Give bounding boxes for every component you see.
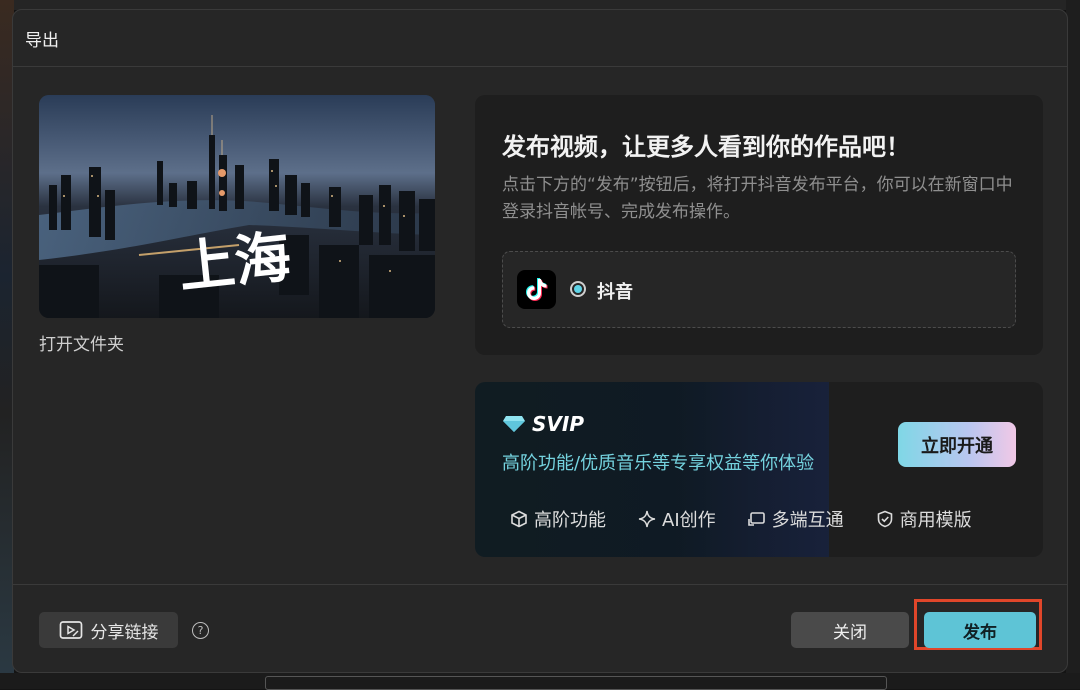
svip-header: SVIP bbox=[502, 412, 584, 436]
svip-badge: SVIP bbox=[532, 412, 584, 436]
svip-subtitle: 高阶功能/优质音乐等专享权益等你体验 bbox=[502, 453, 815, 474]
footer-divider bbox=[13, 584, 1067, 585]
open-folder-link[interactable]: 打开文件夹 bbox=[39, 330, 124, 355]
feature-label: AI创作 bbox=[662, 510, 716, 531]
cube-icon bbox=[511, 510, 527, 528]
feature-commercial: 商用模版 bbox=[876, 506, 972, 532]
publish-description: 点击下方的“发布”按钮后，将打开抖音发布平台，你可以在新窗口中登录抖音帐号、完成… bbox=[502, 175, 1013, 222]
cast-icon bbox=[747, 512, 765, 526]
close-button[interactable]: 关闭 bbox=[791, 612, 909, 648]
shield-check-icon bbox=[877, 510, 892, 528]
publish-title: 发布视频，让更多人看到你的作品吧！ bbox=[502, 133, 910, 161]
video-thumbnail: 上海 bbox=[39, 95, 435, 318]
share-video-icon bbox=[59, 621, 82, 639]
share-link-label: 分享链接 bbox=[90, 622, 159, 642]
preview-caption: 上海 bbox=[176, 224, 294, 301]
timeline-slot bbox=[265, 676, 887, 690]
feature-label: 多端互通 bbox=[771, 510, 844, 531]
tiktok-logo-icon bbox=[517, 270, 556, 309]
sparkle-icon bbox=[638, 510, 656, 528]
publish-button[interactable]: 发布 bbox=[924, 612, 1036, 648]
feature-advanced: 高阶功能 bbox=[510, 506, 606, 532]
dialog-title: 导出 bbox=[25, 30, 59, 51]
feature-label: 高阶功能 bbox=[534, 510, 606, 531]
background-app-right bbox=[1066, 0, 1080, 689]
shanghai-skyline-image: 上海 bbox=[39, 95, 435, 318]
svip-features: 高阶功能 AI创作 多端互通 商用模版 bbox=[510, 506, 972, 532]
diamond-icon bbox=[503, 416, 525, 432]
platform-label: 抖音 bbox=[597, 282, 633, 303]
export-dialog: 导出 上海 打开文件夹 发布视频，让更多人看到你的作品吧！ 点击下方的“发布”按… bbox=[12, 9, 1068, 673]
feature-ai: AI创作 bbox=[638, 506, 716, 532]
share-link-button[interactable]: 分享链接 bbox=[39, 612, 178, 648]
platform-radio[interactable] bbox=[570, 281, 586, 297]
publish-panel: 发布视频，让更多人看到你的作品吧！ 点击下方的“发布”按钮后，将打开抖音发布平台… bbox=[475, 95, 1043, 355]
svip-open-button[interactable]: 立即开通 bbox=[898, 422, 1016, 467]
feature-label: 商用模版 bbox=[899, 510, 972, 531]
dialog-titlebar: 导出 bbox=[13, 10, 1067, 67]
platform-option-douyin[interactable]: 抖音 bbox=[502, 251, 1016, 328]
background-timeline bbox=[0, 673, 1080, 690]
help-icon[interactable]: ? bbox=[192, 622, 209, 639]
feature-multi-device: 多端互通 bbox=[747, 506, 844, 532]
svip-panel: SVIP 高阶功能/优质音乐等专享权益等你体验 立即开通 高阶功能 AI创作 多… bbox=[475, 382, 1043, 557]
